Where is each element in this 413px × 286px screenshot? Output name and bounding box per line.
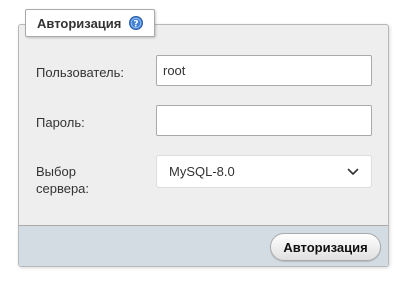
login-legend: Авторизация ? — [25, 9, 156, 37]
username-field[interactable]: root — [156, 55, 372, 86]
svg-text:?: ? — [134, 19, 139, 29]
username-label: Пользователь: — [36, 65, 124, 80]
server-select[interactable]: MySQL-8.0 — [156, 155, 372, 188]
password-label: Пароль: — [36, 115, 85, 130]
chevron-down-icon — [347, 164, 359, 179]
server-selected-value: MySQL-8.0 — [169, 164, 235, 179]
server-label-line2: сервера: — [36, 181, 90, 196]
login-submit-button[interactable]: Авторизация — [270, 233, 381, 261]
help-icon[interactable]: ? — [129, 16, 144, 30]
password-field[interactable] — [156, 105, 372, 136]
server-label: Выбор сервера: — [36, 163, 89, 197]
login-title: Авторизация — [37, 15, 122, 31]
username-value: root — [163, 63, 186, 78]
server-label-line1: Выбор — [36, 164, 76, 179]
